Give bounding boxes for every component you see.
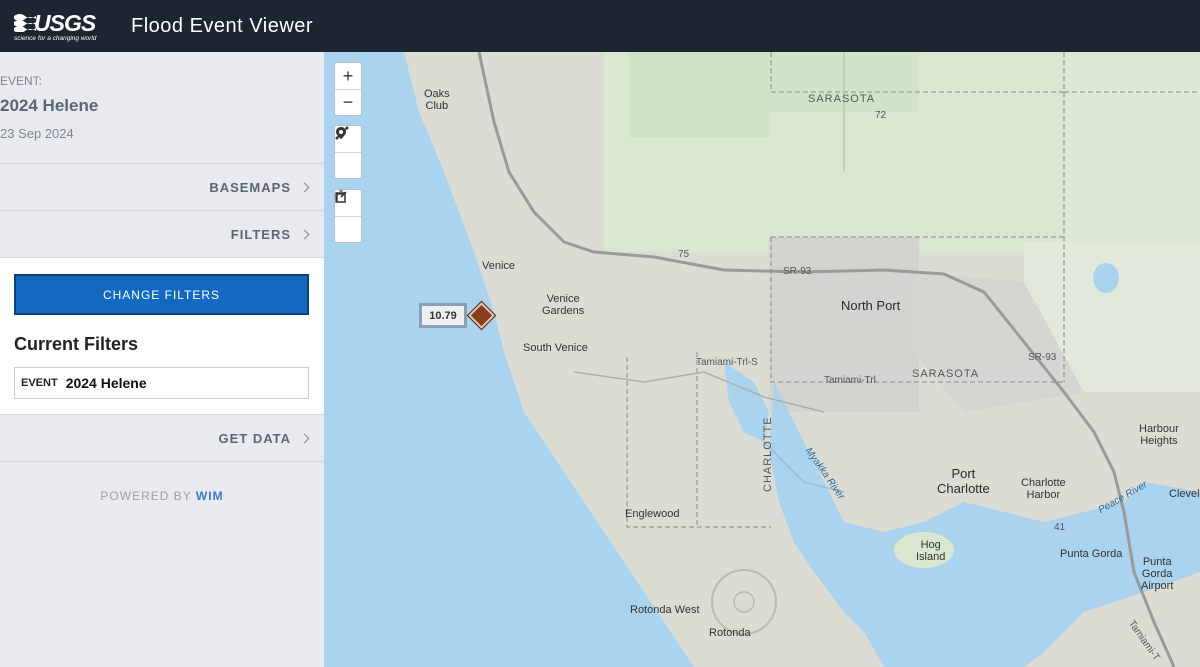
marker-button[interactable]	[335, 127, 361, 178]
chevron-right-icon	[299, 229, 310, 239]
zoom-control: + −	[334, 62, 362, 116]
get-data-label: GET DATA	[218, 430, 291, 446]
logo-text: USGS	[34, 10, 96, 36]
map-label-punta-gorda-airport: Punta Gorda Airport	[1141, 556, 1174, 592]
event-summary: EVENT: 2024 Helene 23 Sep 2024	[0, 52, 324, 164]
current-filters-title: Current Filters	[14, 334, 139, 354]
filters-panel: CHANGE FILTERS Current Filters EVENT 202…	[0, 258, 324, 415]
map-label-route-75: 75	[678, 249, 690, 260]
basemap	[324, 52, 1200, 667]
measure-control	[334, 125, 362, 179]
change-filters-button[interactable]: CHANGE FILTERS	[14, 274, 309, 315]
map-label-north-port: North Port	[841, 298, 901, 313]
map-label-charlotte-county: CHARLOTTE	[762, 416, 774, 492]
get-data-toggle[interactable]: GET DATA	[0, 415, 324, 462]
location-icon	[336, 127, 346, 139]
map-label-hog-island: Hog Island	[916, 539, 946, 563]
map-label-rotonda-west: Rotonda West	[630, 604, 700, 616]
map-label-englewood: Englewood	[625, 508, 680, 520]
zoom-out-button[interactable]: −	[335, 89, 361, 115]
map-label-oaks-club: Oaks Club	[424, 88, 450, 112]
map-label-sr93: SR-93	[783, 266, 812, 277]
map-label-venice-gardens: Venice Gardens	[542, 293, 585, 317]
edit-control	[334, 189, 362, 243]
usgs-logo[interactable]: USGS science for a changing world	[14, 6, 104, 46]
powered-by: POWERED BY WIM	[0, 489, 324, 503]
sidebar: EVENT: 2024 Helene 23 Sep 2024 BASEMAPS …	[0, 52, 324, 667]
map-label-rotonda: Rotonda	[709, 627, 751, 639]
map-label-sr93-b: SR-93	[1028, 352, 1057, 363]
basemaps-toggle[interactable]: BASEMAPS	[0, 164, 324, 211]
app-header: USGS science for a changing world Flood …	[0, 0, 1200, 52]
basemaps-label: BASEMAPS	[209, 179, 291, 195]
filter-chip-event: EVENT 2024 Helene	[14, 367, 309, 399]
map-label-punta-gorda: Punta Gorda	[1060, 548, 1123, 560]
logo-tagline: science for a changing world	[14, 35, 97, 42]
trash-icon	[336, 190, 346, 203]
zoom-in-button[interactable]: +	[335, 63, 361, 89]
wim-link[interactable]: WIM	[196, 489, 224, 503]
filter-chip-value: 2024 Helene	[65, 375, 147, 391]
powered-by-label: POWERED BY	[100, 489, 192, 503]
filter-chip-key: EVENT	[21, 377, 58, 389]
map-label-harbour-heights: Harbour Heights	[1139, 423, 1179, 447]
delete-button[interactable]	[335, 190, 361, 242]
map-label-route-41: 41	[1054, 522, 1066, 533]
usgs-wave-icon	[14, 14, 36, 32]
event-date: 23 Sep 2024	[0, 126, 74, 141]
map-label-tamiami-s: Tamiami-Trl-S	[696, 357, 758, 368]
map-label-route-72: 72	[875, 110, 887, 121]
map-label-sarasota-county: SARASOTA	[808, 93, 876, 105]
event-label: EVENT:	[0, 74, 43, 88]
filters-label: FILTERS	[230, 226, 291, 242]
map-label-charlotte-harbor: Charlotte Harbor	[1021, 477, 1066, 501]
map-label-tamiami: Tamiami-Trl	[824, 375, 876, 386]
event-name: 2024 Helene	[0, 96, 99, 115]
map-label-cleveland: Clevel	[1169, 488, 1200, 500]
chevron-right-icon	[299, 182, 310, 192]
filters-toggle[interactable]: FILTERS	[0, 211, 324, 258]
map-label-port-charlotte: Port Charlotte	[937, 466, 990, 496]
map-label-south-venice: South Venice	[523, 342, 588, 354]
app-title: Flood Event Viewer	[131, 14, 314, 37]
map-label-sarasota-county-2: SARASOTA	[912, 368, 980, 380]
gauge-value-label[interactable]: 10.79	[419, 303, 467, 328]
map-label-venice: Venice	[482, 260, 516, 272]
map-view[interactable]: + − 10.79 Oaks Club SARASOTA 72 75 SR-93 …	[324, 52, 1200, 667]
chevron-right-icon	[299, 433, 310, 443]
